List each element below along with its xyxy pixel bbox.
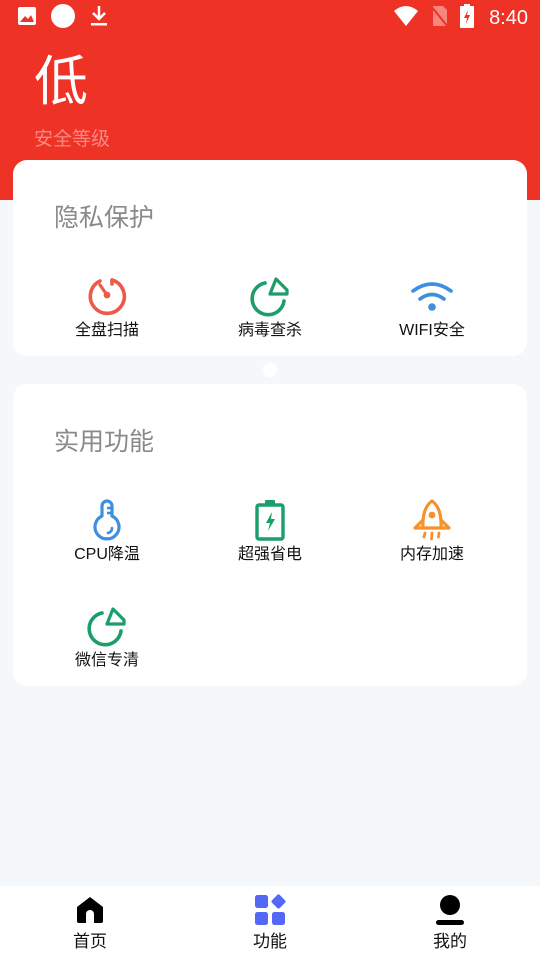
security-level: 低 xyxy=(34,50,88,113)
no-sim-icon xyxy=(429,4,449,32)
apps-icon xyxy=(254,894,286,926)
battery-saver-label: 超强省电 xyxy=(237,546,302,563)
nav-label-features: 功能 xyxy=(253,932,287,952)
circle-icon xyxy=(50,3,76,33)
nav-label-home: 首页 xyxy=(73,932,107,952)
memory-boost-label: 内存加速 xyxy=(399,546,464,563)
disk-scan-label: 全盘扫描 xyxy=(74,322,139,339)
security-level-caption: 安全等级 xyxy=(34,128,111,150)
disk-scan-icon xyxy=(85,274,129,318)
wechat-clean-label: 微信专清 xyxy=(74,652,139,669)
status-time: 8:40 xyxy=(489,6,528,29)
wifi-security-button[interactable]: WIFI安全 xyxy=(352,274,512,354)
bottom-navigation: 首页 功能 我的 xyxy=(0,886,540,960)
virus-kill-button[interactable]: 病毒查杀 xyxy=(190,274,350,354)
virus-kill-icon xyxy=(248,274,292,318)
wifi-security-icon xyxy=(410,274,454,318)
privacy-card-title: 隐私保护 xyxy=(54,203,155,232)
battery-saver-icon xyxy=(248,498,292,542)
thermometer-icon xyxy=(85,498,129,542)
battery-saver-button[interactable]: 超强省电 xyxy=(190,498,350,578)
nav-tab-features[interactable]: 功能 xyxy=(180,886,360,960)
virus-kill-label: 病毒查杀 xyxy=(237,322,302,339)
memory-boost-button[interactable]: 内存加速 xyxy=(352,498,512,578)
cpu-cool-label: CPU降温 xyxy=(74,546,140,563)
profile-icon xyxy=(434,894,466,926)
tools-card: 实用功能 CPU降温 超强省电 内存加速 微信专清 xyxy=(13,384,527,686)
rocket-icon xyxy=(410,498,454,542)
disk-scan-button[interactable]: 全盘扫描 xyxy=(27,274,187,354)
battery-charging-icon xyxy=(459,3,475,33)
nav-tab-profile[interactable]: 我的 xyxy=(360,886,540,960)
wechat-clean-icon xyxy=(85,604,129,648)
wifi-icon xyxy=(393,5,419,31)
tools-card-title: 实用功能 xyxy=(54,427,155,456)
nav-label-profile: 我的 xyxy=(433,932,467,952)
nav-tab-home[interactable]: 首页 xyxy=(0,886,180,960)
cpu-cool-button[interactable]: CPU降温 xyxy=(27,498,187,578)
home-icon xyxy=(74,894,106,926)
page-indicator-dot xyxy=(263,363,277,377)
wechat-clean-button[interactable]: 微信专清 xyxy=(27,604,187,684)
download-icon xyxy=(88,4,110,32)
image-icon xyxy=(16,5,38,31)
wifi-security-label: WIFI安全 xyxy=(399,322,465,339)
privacy-card: 隐私保护 全盘扫描 病毒查杀 WIFI安全 xyxy=(13,160,527,356)
status-bar: 8:40 xyxy=(0,0,540,36)
